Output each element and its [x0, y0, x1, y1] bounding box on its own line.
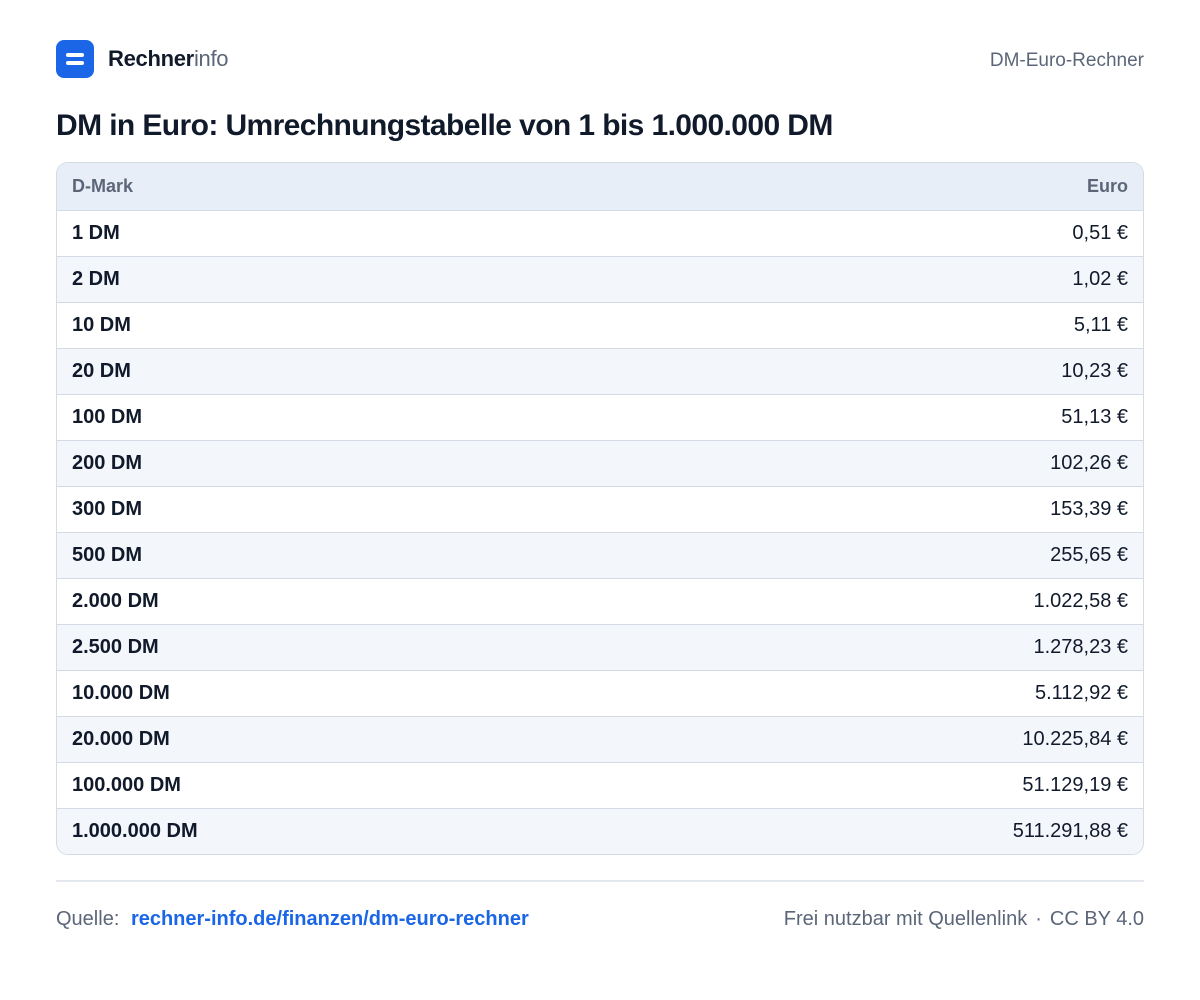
euro-value: 102,26 € — [1050, 452, 1128, 474]
dm-value: 1.000.000 DM — [72, 820, 198, 842]
table-row: 300 DM 153,39 € — [57, 487, 1143, 533]
table-row: 1.000.000 DM 511.291,88 € — [57, 809, 1143, 854]
column-header-dm: D-Mark — [72, 176, 134, 196]
dm-value: 1 DM — [72, 222, 120, 244]
euro-value: 1.022,58 € — [1033, 590, 1128, 612]
euro-value: 153,39 € — [1050, 498, 1128, 520]
table-body: 1 DM 0,51 € 2 DM 1,02 € 10 DM 5,11 € 20 DM 10,2… — [57, 211, 1143, 854]
euro-value: 10.225,84 € — [1022, 728, 1128, 750]
euro-value: 51.129,19 € — [1022, 774, 1128, 796]
dm-value: 100.000 DM — [72, 774, 181, 796]
dm-value: 100 DM — [72, 406, 143, 428]
euro-value: 511.291,88 € — [1012, 820, 1128, 842]
logo-icon[interactable] — [56, 40, 94, 78]
dm-value: 200 DM — [72, 452, 143, 474]
footer: Quelle: rechner-info.de/finanzen/dm-euro… — [56, 906, 1144, 932]
table-row: 2 DM 1,02 € — [57, 257, 1143, 303]
dm-value: 10 DM — [72, 314, 131, 336]
table-header: D-Mark Euro — [57, 163, 1143, 211]
dm-value: 2.500 DM — [72, 636, 159, 658]
table-row: 200 DM 102,26 € — [57, 441, 1143, 487]
footer-divider — [56, 880, 1144, 882]
euro-value: 10,23 € — [1061, 360, 1128, 382]
brand-light: info — [193, 46, 229, 71]
source-link[interactable]: rechner-info.de/finanzen/dm-euro-rechner — [131, 908, 529, 930]
table-row: 100 DM 51,13 € — [57, 395, 1143, 441]
license-info: Frei nutzbar mit Quellenlink · CC BY 4.0 — [784, 906, 1144, 932]
conversion-table: D-Mark Euro 1 DM 0,51 € 2 DM 1,02 € 10 DM 5,1… — [56, 162, 1144, 855]
table-row: 10.000 DM 5.112,92 € — [57, 671, 1143, 717]
dm-value: 300 DM — [72, 498, 143, 520]
page-title: DM in Euro: Umrechnungstabelle von 1 bis… — [56, 109, 833, 142]
table-row: 2.500 DM 1.278,23 € — [57, 625, 1143, 671]
table-row: 2.000 DM 1.022,58 € — [57, 579, 1143, 625]
table-row: 20 DM 10,23 € — [57, 349, 1143, 395]
euro-value: 5.112,92 € — [1034, 682, 1128, 704]
dm-value: 2.000 DM — [72, 590, 159, 612]
table-row: 100.000 DM 51.129,19 € — [57, 763, 1143, 809]
euro-value: 255,65 € — [1050, 544, 1128, 566]
euro-value: 1,02 € — [1072, 268, 1128, 290]
dm-value: 20 DM — [72, 360, 131, 382]
euro-value: 0,51 € — [1072, 222, 1128, 244]
license-separator: · — [1035, 908, 1042, 930]
dm-value: 20.000 DM — [72, 728, 170, 750]
column-header-euro: Euro — [1086, 176, 1128, 196]
license-name: CC BY 4.0 — [1049, 908, 1144, 930]
euro-value: 5,11 € — [1073, 314, 1128, 336]
table-row: 20.000 DM 10.225,84 € — [57, 717, 1143, 763]
table-row: 500 DM 255,65 € — [57, 533, 1143, 579]
dm-value: 500 DM — [72, 544, 143, 566]
logo-bar-top — [66, 53, 84, 57]
brand-strong: Rechner — [108, 46, 194, 71]
site-header: Rechnerinfo DM-Euro-Rechner — [56, 40, 1144, 78]
brand-wordmark[interactable]: Rechnerinfo — [108, 46, 229, 71]
license-text: Frei nutzbar mit Quellenlink — [783, 908, 1028, 930]
dm-value: 2 DM — [72, 268, 120, 290]
source-label: Quelle: — [56, 908, 120, 930]
logo-bar-bottom — [66, 61, 84, 65]
calculator-nav-link[interactable]: DM-Euro-Rechner — [990, 50, 1144, 72]
euro-value: 1.278,23 € — [1033, 636, 1128, 658]
dm-value: 10.000 DM — [72, 682, 170, 704]
euro-value: 51,13 € — [1061, 406, 1128, 428]
table-row: 1 DM 0,51 € — [57, 211, 1143, 257]
table-row: 10 DM 5,11 € — [57, 303, 1143, 349]
